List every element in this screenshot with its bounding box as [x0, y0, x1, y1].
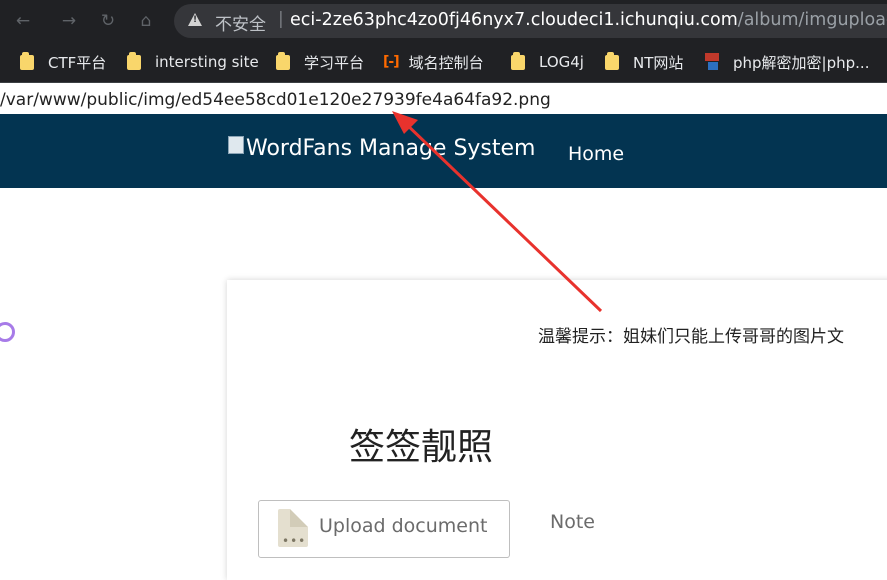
folder-icon [276, 51, 290, 70]
forward-icon[interactable]: → [56, 8, 82, 34]
folder-icon [511, 51, 525, 70]
bookmark-label: NT网站 [633, 53, 684, 72]
bookmark-label: CTF平台 [48, 53, 107, 72]
home-icon[interactable]: ⌂ [133, 8, 159, 34]
folder-icon [605, 51, 619, 70]
note-label: Note [550, 511, 595, 533]
bookmark-domain-console[interactable]: [-] 域名控制台 [383, 51, 484, 73]
broken-image-icon [228, 135, 244, 154]
reload-icon[interactable]: ↻ [95, 8, 121, 34]
folder-icon [127, 51, 141, 70]
card-title: 签签靓照 [349, 427, 494, 468]
search-icon[interactable] [0, 322, 15, 342]
bookmark-label: php解密加密|php... [733, 53, 870, 72]
url-host: eci-2ze63phc4zo0fj46nyx7.cloudeci1.ichun… [290, 10, 738, 30]
bookmark-intersting-site[interactable]: intersting site [127, 51, 259, 73]
brand-link[interactable]: Word Fans Manage System [228, 135, 536, 161]
upload-document-button[interactable]: Upload document [258, 500, 510, 558]
browser-toolbar: ← → ↻ ⌂ 不安全 | eci-2ze63phc4zo0fj46nyx7.c… [0, 0, 887, 42]
upload-button-label: Upload document [319, 515, 488, 537]
url-text[interactable]: eci-2ze63phc4zo0fj46nyx7.cloudeci1.ichun… [290, 10, 887, 30]
brand-image-alt: Word [246, 136, 303, 161]
bookmark-php-crypto[interactable]: php解密加密|php... [703, 51, 869, 73]
bookmark-ctf[interactable]: CTF平台 [20, 51, 106, 73]
address-bar[interactable]: 不安全 | eci-2ze63phc4zo0fj46nyx7.cloudeci1… [174, 4, 887, 38]
aliyun-icon: [-] [383, 54, 400, 70]
bookmark-study[interactable]: 学习平台 [276, 51, 364, 73]
bookmark-label: 学习平台 [304, 53, 365, 72]
bookmark-label: intersting site [155, 53, 259, 71]
document-icon [278, 509, 308, 547]
bookmarks-bar: CTF平台 intersting site 学习平台 [-] 域名控制台 LOG… [0, 42, 887, 83]
url-path: /album/imgupload [737, 10, 887, 30]
brand-title: Fans Manage System [302, 136, 536, 161]
warning-icon [188, 13, 202, 26]
folder-icon [20, 51, 34, 70]
upload-tip: 温馨提示：姐妹们只能上传哥哥的图片文 [538, 327, 844, 347]
bookmark-label: 域名控制台 [408, 53, 484, 72]
site-header: Word Fans Manage System Home [0, 114, 887, 188]
bookmark-label: LOG4j [539, 53, 584, 71]
nav-home-link[interactable]: Home [568, 143, 624, 165]
url-separator: | [278, 9, 284, 29]
bookmark-nt-site[interactable]: NT网站 [605, 51, 683, 73]
upload-path-output: /var/www/public/img/ed54ee58cd01e120e279… [0, 90, 551, 110]
php-icon [703, 53, 723, 71]
not-secure-label: 不安全 [215, 15, 266, 35]
back-icon[interactable]: ← [10, 8, 36, 34]
bookmark-log4j[interactable]: LOG4j [511, 51, 584, 73]
